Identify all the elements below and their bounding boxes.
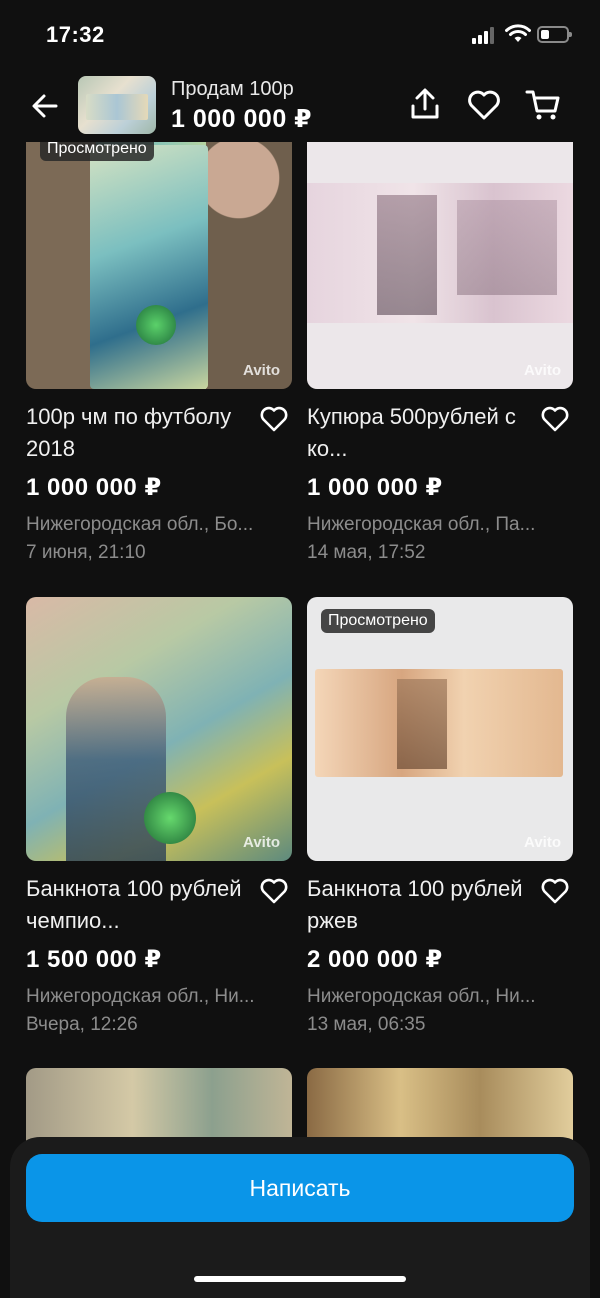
- back-arrow-icon[interactable]: [28, 88, 64, 124]
- card-price: 1 500 000 ₽: [26, 946, 162, 973]
- status-bar: 17:32: [0, 0, 600, 70]
- listing-photo[interactable]: Просмотрено Avito: [26, 125, 292, 389]
- favorite-heart-icon[interactable]: [465, 86, 503, 124]
- watermark-logo: Avito: [243, 362, 280, 379]
- write-message-button[interactable]: Написать: [26, 1154, 574, 1222]
- card-price: 1 000 000 ₽: [307, 474, 443, 501]
- card-title[interactable]: Купюра 500рублей с ко...: [307, 401, 533, 465]
- favorite-heart-icon[interactable]: [258, 403, 290, 435]
- card-title[interactable]: Банкнота 100 рублей ржев: [307, 873, 533, 937]
- card-date: 14 мая, 17:52: [307, 542, 426, 563]
- cart-icon[interactable]: [524, 86, 562, 124]
- card-price: 1 000 000 ₽: [26, 474, 162, 501]
- card-date: 7 июня, 21:10: [26, 542, 146, 563]
- wifi-icon: [505, 24, 531, 42]
- favorite-heart-icon[interactable]: [539, 875, 571, 907]
- listing-thumbnail[interactable]: [78, 76, 156, 134]
- listing-photo[interactable]: Просмотрено Avito: [307, 597, 573, 861]
- watermark-logo: Avito: [243, 834, 280, 851]
- home-indicator[interactable]: [194, 1276, 406, 1282]
- favorite-heart-icon[interactable]: [258, 875, 290, 907]
- listing-price: 1 000 000 ₽: [171, 105, 313, 133]
- card-location: Нижегородская обл., Па...: [307, 514, 536, 535]
- watermark-logo: Avito: [524, 834, 561, 851]
- card-date: Вчера, 12:26: [26, 1014, 138, 1035]
- card-location: Нижегородская обл., Ни...: [26, 986, 255, 1007]
- card-location: Нижегородская обл., Бо...: [26, 514, 254, 535]
- status-time: 17:32: [46, 22, 105, 47]
- watermark-logo: Avito: [524, 362, 561, 379]
- card-price: 2 000 000 ₽: [307, 946, 443, 973]
- favorite-heart-icon[interactable]: [539, 403, 571, 435]
- listing-title: Продам 100р: [171, 78, 294, 100]
- card-location: Нижегородская обл., Ни...: [307, 986, 536, 1007]
- cellular-signal-icon: [472, 26, 498, 44]
- share-icon[interactable]: [406, 86, 444, 124]
- viewed-badge: Просмотрено: [321, 609, 435, 633]
- listing-photo[interactable]: Avito: [307, 125, 573, 389]
- card-date: 13 мая, 06:35: [307, 1014, 426, 1035]
- listing-header: Продам 100р 1 000 000 ₽: [0, 70, 600, 142]
- card-title[interactable]: Банкнота 100 рублей чемпио...: [26, 873, 252, 937]
- card-title[interactable]: 100р чм по футболу 2018: [26, 401, 252, 465]
- listing-photo[interactable]: Avito: [26, 597, 292, 861]
- battery-icon: [537, 26, 572, 43]
